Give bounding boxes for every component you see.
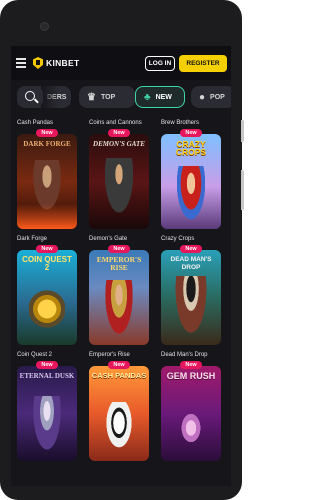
game-art-title: DEMON'S GATE	[93, 140, 145, 148]
panda-illustration	[103, 402, 135, 454]
category-tabs: DERS ♛ TOP ♣ NEW ● POP	[11, 82, 231, 112]
emperor-illustration	[103, 280, 135, 340]
header: KINBET LOG IN REGISTER	[11, 46, 231, 80]
tab-fade	[41, 86, 59, 108]
tab-label: NEW	[155, 93, 172, 101]
volume-button	[241, 120, 244, 142]
new-badge: New	[108, 245, 130, 253]
game-label[interactable]: Brew Brothers	[161, 120, 199, 126]
menu-icon[interactable]	[16, 58, 26, 68]
crown-icon: ♛	[87, 91, 96, 103]
camera-icon	[40, 22, 49, 31]
phone-frame: KINBET LOG IN REGISTER DERS ♛ TOP ♣ NEW	[0, 0, 242, 500]
game-art-title: DEAD MAN'S DROP	[170, 256, 212, 271]
game-art-title: DARK FORGE	[23, 140, 71, 148]
power-button	[241, 170, 244, 210]
game-art-title: COIN QUEST 2	[22, 255, 72, 272]
game-label[interactable]: Dark Forge	[17, 236, 47, 242]
game-label[interactable]: Crazy Crops	[161, 236, 194, 242]
game-card-eternal-dusk[interactable]: ETERNAL DUSK	[17, 366, 77, 461]
logo-shield-icon	[33, 57, 43, 69]
game-label[interactable]: Cash Pandas	[17, 120, 53, 126]
game-card-emperors-rise[interactable]: EMPEROR'S RISE	[89, 250, 149, 345]
samurai-illustration	[101, 158, 137, 223]
search-button[interactable]	[17, 86, 43, 108]
clover-icon: ♣	[144, 91, 151, 103]
login-button[interactable]: LOG IN	[145, 56, 175, 71]
game-label[interactable]: Dead Man's Drop	[161, 352, 208, 358]
game-art-title: ETERNAL DUSK	[19, 372, 75, 380]
ghost-woman-illustration	[31, 396, 63, 456]
game-card-demons-gate[interactable]: DEMON'S GATE	[89, 134, 149, 229]
game-card-cash-pandas[interactable]: CASH PANDAS	[89, 366, 149, 461]
farmer-illustration	[175, 166, 207, 224]
logo-text: KINBET	[46, 58, 80, 68]
game-label[interactable]: Emperor's Rise	[89, 352, 130, 358]
new-badge: New	[36, 361, 58, 369]
new-badge: New	[180, 129, 202, 137]
game-art-title: GEM RUSH	[166, 371, 216, 381]
tab-top[interactable]: ♛ TOP	[79, 86, 135, 108]
new-badge: New	[108, 361, 130, 369]
game-card-gem-rush[interactable]: GEM RUSH	[161, 366, 221, 461]
bomb-icon: ●	[199, 91, 206, 103]
new-badge: New	[36, 245, 58, 253]
golden-idol-illustration	[29, 284, 65, 334]
game-art-title: EMPEROR'S RISE	[96, 255, 142, 272]
new-badge: New	[36, 129, 58, 137]
tab-new[interactable]: ♣ NEW	[135, 86, 185, 108]
game-art-title: CRAZY CROPS	[175, 139, 207, 157]
new-badge: New	[108, 129, 130, 137]
game-card-dead-mans-drop[interactable]: DEAD MAN'S DROP	[161, 250, 221, 345]
tab-popular[interactable]: ● POP	[191, 86, 231, 108]
register-button[interactable]: REGISTER	[179, 55, 227, 72]
tab-label: TOP	[100, 93, 116, 101]
app-screen: KINBET LOG IN REGISTER DERS ♛ TOP ♣ NEW	[11, 46, 231, 486]
game-label[interactable]: Coins and Cannons	[89, 120, 142, 126]
new-badge: New	[180, 361, 202, 369]
game-label[interactable]: Demon's Gate	[89, 236, 127, 242]
logo[interactable]: KINBET	[33, 56, 79, 70]
game-art-title: CASH PANDAS	[91, 371, 147, 380]
new-badge: New	[180, 245, 202, 253]
game-card-dark-forge[interactable]: DARK FORGE	[17, 134, 77, 229]
gem-jar-illustration	[179, 410, 203, 446]
game-card-crazy-crops[interactable]: CRAZY CROPS	[161, 134, 221, 229]
game-card-coin-quest-2[interactable]: COIN QUEST 2	[17, 250, 77, 345]
tab-label: POP	[210, 93, 225, 101]
pirate-illustration	[173, 276, 209, 340]
game-label[interactable]: Coin Quest 2	[17, 352, 52, 358]
fire-illustration	[17, 204, 77, 229]
